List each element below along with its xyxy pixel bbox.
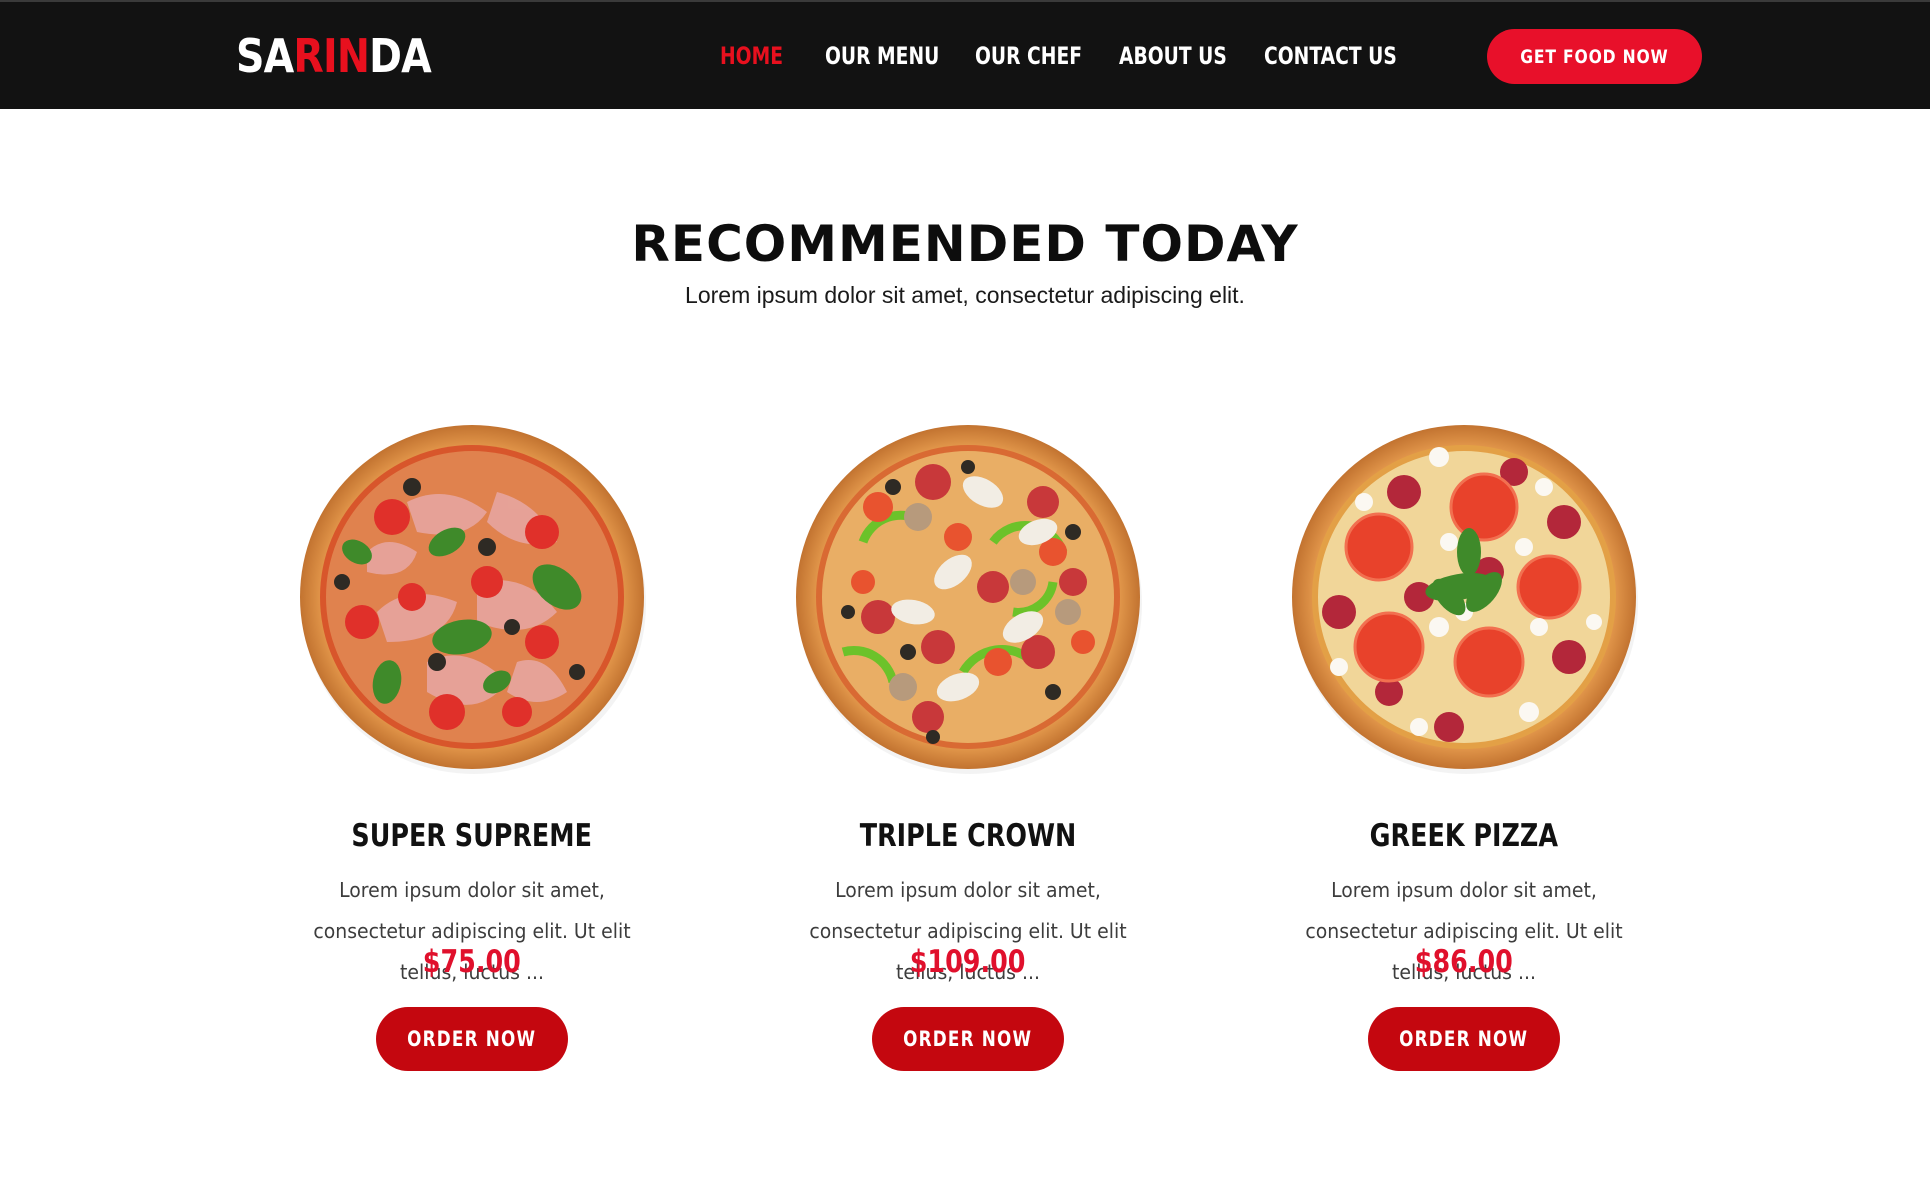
get-food-now-button[interactable]: GET FOOD NOW <box>1487 29 1702 84</box>
nav-link-our-chef[interactable]: OUR CHEF <box>975 36 1082 76</box>
product-price: $75.00 <box>252 942 692 982</box>
order-now-label: ORDER NOW <box>1399 1027 1529 1051</box>
product-title: TRIPLE CROWN <box>748 816 1188 856</box>
nav-link-about-us[interactable]: ABOUT US <box>1119 36 1227 76</box>
product-price: $109.00 <box>748 942 1188 982</box>
nav-link-contact-us[interactable]: CONTACT US <box>1264 36 1397 76</box>
pizza-prosciutto-basil-image <box>287 412 657 782</box>
product-title: GREEK PIZZA <box>1244 816 1684 856</box>
get-food-now-label: GET FOOD NOW <box>1520 45 1669 68</box>
nav-link-home[interactable]: HOME <box>720 36 783 76</box>
pizza-tomato-salami-mozzarella-image <box>1279 412 1649 782</box>
product-title-text: GREEK PIZZA <box>1369 818 1559 854</box>
product-title-text: SUPER SUPREME <box>351 818 593 854</box>
product-title: SUPER SUPREME <box>252 816 692 856</box>
order-now-label: ORDER NOW <box>903 1027 1033 1051</box>
order-now-button[interactable]: ORDER NOW <box>872 1007 1064 1071</box>
product-price-text: $75.00 <box>422 944 522 980</box>
product-card-triple-crown: TRIPLE CROWN Lorem ipsum dolor sit amet,… <box>748 392 1188 1082</box>
product-price: $86.00 <box>1244 942 1684 982</box>
product-price-text: $109.00 <box>910 944 1026 980</box>
order-now-label: ORDER NOW <box>407 1027 537 1051</box>
product-card-greek-pizza: GREEK PIZZA Lorem ipsum dolor sit amet, … <box>1244 392 1684 1082</box>
product-card-super-supreme: SUPER SUPREME Lorem ipsum dolor sit amet… <box>252 392 692 1082</box>
section-subtitle: Lorem ipsum dolor sit amet, consectetur … <box>685 282 1245 308</box>
product-price-text: $86.00 <box>1414 944 1514 980</box>
pizza-pepperoni-mushroom-pepper-image <box>783 412 1153 782</box>
order-now-button[interactable]: ORDER NOW <box>1368 1007 1560 1071</box>
product-title-text: TRIPLE CROWN <box>859 818 1077 854</box>
nav-link-our-menu[interactable]: OUR MENU <box>825 36 939 76</box>
site-header: SARINDA HOME OUR MENU OUR CHEF ABOUT US … <box>0 0 1930 109</box>
section-title: RECOMMENDED TODAY <box>631 215 1299 273</box>
order-now-button[interactable]: ORDER NOW <box>376 1007 568 1071</box>
